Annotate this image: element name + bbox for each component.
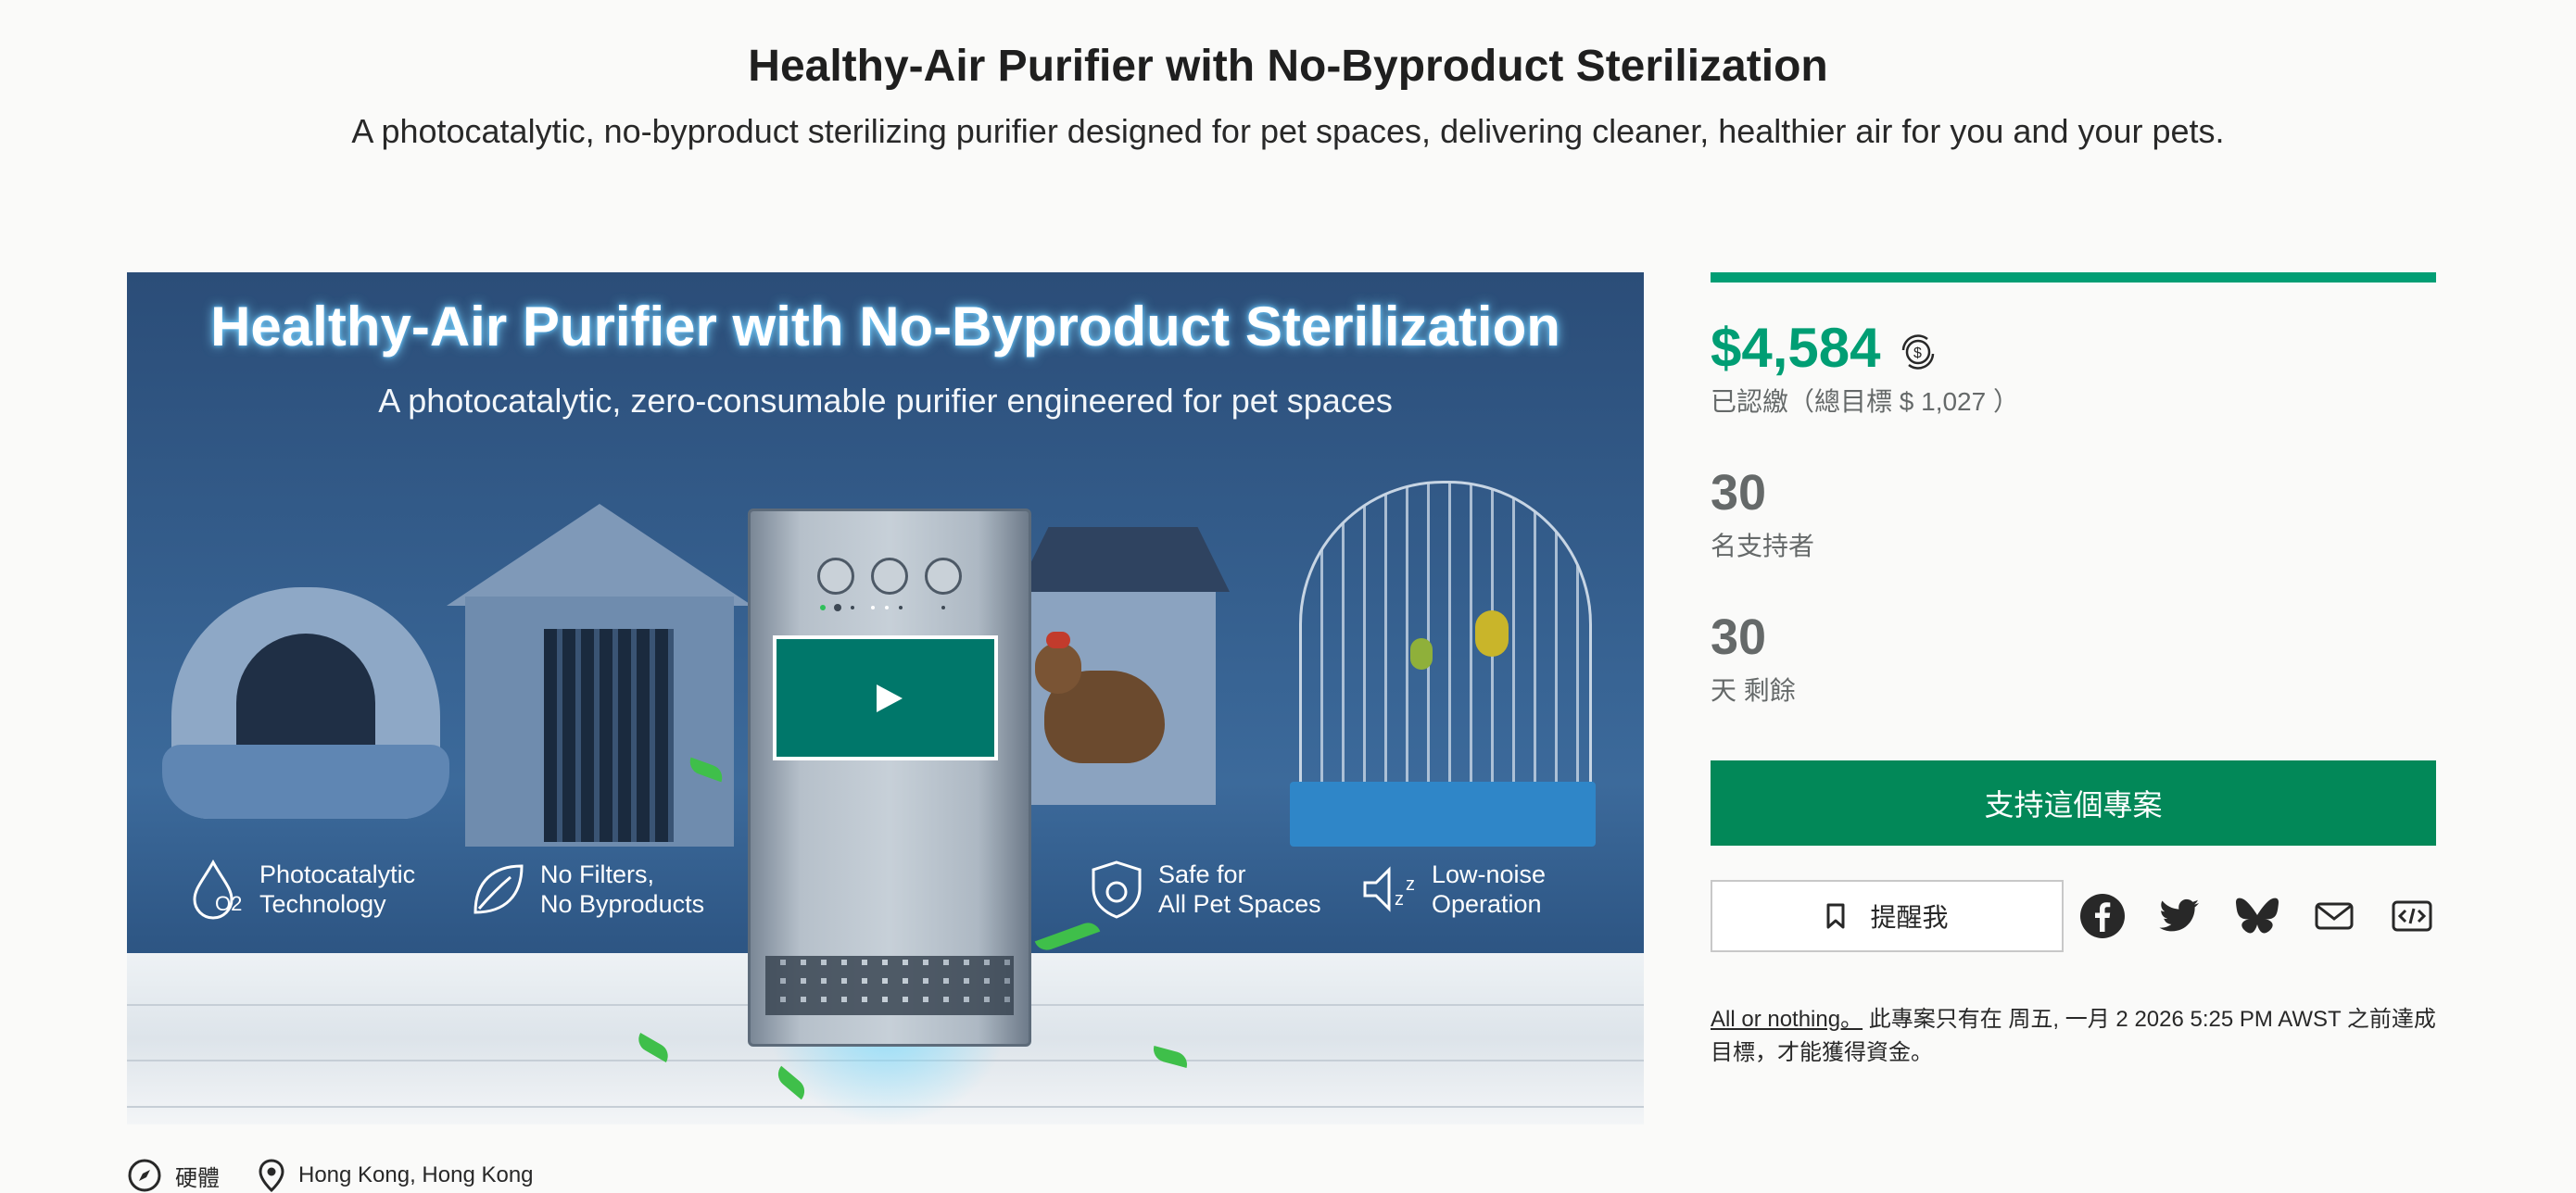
- zzz-sound-icon: z z: [1363, 866, 1415, 912]
- svg-text:O2: O2: [215, 892, 242, 915]
- pledged-amount: $4,584: [1711, 317, 1881, 379]
- compass-icon: [128, 1159, 161, 1192]
- pet-house-illustration: [447, 504, 752, 847]
- feature-line: Technology: [259, 890, 386, 918]
- all-or-nothing-link[interactable]: All or nothing。: [1711, 1007, 1863, 1032]
- litter-box-opening: [236, 634, 375, 754]
- remind-me-label: 提醒我: [1870, 903, 1949, 932]
- photocatalyst-drop-icon: O2: [193, 859, 242, 920]
- days-left-count: 30: [1711, 609, 1767, 665]
- funding-progress-bar: [1711, 272, 2436, 283]
- coop-roof: [1017, 527, 1230, 592]
- power-icon: [817, 558, 854, 595]
- back-project-button[interactable]: 支持這個專案: [1711, 760, 2436, 846]
- twitter-icon[interactable]: [2156, 893, 2203, 939]
- location-pin-icon: [259, 1159, 284, 1193]
- play-icon: [876, 684, 903, 712]
- project-blurb: A photocatalytic, no-byproduct sterilizi…: [351, 112, 2225, 150]
- media-title: Healthy-Air Purifier with No-Byproduct S…: [210, 295, 1560, 358]
- bookmark-icon: [1826, 903, 1845, 929]
- bird-cage-dome: [1299, 481, 1592, 792]
- indicator-dots: [820, 604, 945, 611]
- currency-convert-icon[interactable]: $: [1900, 333, 1937, 370]
- svg-text:z: z: [1395, 889, 1404, 910]
- media-subtitle: A photocatalytic, zero-consumable purifi…: [378, 382, 1393, 420]
- feature-line: Safe for: [1158, 860, 1246, 888]
- feature-line: No Filters,: [540, 860, 655, 888]
- bird-illustration: [1410, 638, 1433, 670]
- category-label: 硬體: [175, 1165, 220, 1191]
- feature-safe-pets: Safe for All Pet Spaces: [1086, 859, 1321, 920]
- project-video[interactable]: Healthy-Air Purifier with No-Byproduct S…: [127, 272, 1644, 1124]
- shield-pet-icon: [1092, 860, 1142, 919]
- litter-box-illustration: [162, 587, 449, 819]
- leaf-decoration: [1034, 919, 1101, 954]
- bluesky-icon[interactable]: [2234, 893, 2280, 939]
- leaf-icon: [474, 864, 524, 914]
- remind-me-button[interactable]: 提醒我: [1711, 880, 2064, 952]
- funding-note: All or nothing。 此專案只有在 周五, 一月 2 2026 5:2…: [1711, 1003, 2443, 1070]
- litter-box-base: [162, 745, 449, 819]
- bird-illustration: [1475, 610, 1509, 657]
- chicken-illustration: [1035, 624, 1174, 810]
- days-left-label: 天 剩餘: [1711, 676, 1796, 705]
- pet-house-roof: [447, 504, 752, 606]
- svg-text:$: $: [1913, 345, 1922, 361]
- project-header: Healthy-Air Purifier with No-Byproduct S…: [0, 37, 2576, 154]
- embed-icon[interactable]: [2389, 893, 2435, 939]
- mode-icon: [871, 558, 908, 595]
- pledged-goal-label: 已認繳（總目標 $ 1,027 ）: [1711, 387, 2019, 416]
- bird-cage-base: [1290, 782, 1596, 847]
- chicken-comb: [1046, 632, 1070, 648]
- pet-house-door: [544, 629, 674, 842]
- email-icon[interactable]: [2311, 893, 2357, 939]
- project-category[interactable]: 硬體: [127, 1158, 220, 1193]
- backers-count: 30: [1711, 465, 1767, 521]
- feature-low-noise: z z Low-noise Operation: [1359, 859, 1546, 920]
- light-icon: [925, 558, 962, 595]
- purifier-grille: [765, 956, 1014, 1015]
- purifier-illustration: [748, 509, 1031, 1047]
- chicken-head: [1035, 643, 1081, 694]
- bird-cage-illustration: [1290, 453, 1596, 851]
- back-project-label: 支持這個專案: [1984, 788, 2163, 822]
- play-button[interactable]: [773, 635, 998, 760]
- backers-label: 名支持者: [1711, 532, 1815, 560]
- project-location[interactable]: Hong Kong, Hong Kong: [258, 1158, 534, 1193]
- feature-line: Photocatalytic: [259, 860, 416, 888]
- facebook-icon[interactable]: [2079, 893, 2126, 939]
- feature-photocatalytic: O2 Photocatalytic Technology: [187, 859, 415, 920]
- project-title: Healthy-Air Purifier with No-Byproduct S…: [748, 42, 1828, 91]
- feature-line: Low-noise: [1432, 860, 1547, 888]
- feature-line: All Pet Spaces: [1158, 890, 1321, 918]
- feature-no-filters: No Filters, No Byproducts: [468, 859, 704, 920]
- feature-line: Operation: [1432, 890, 1542, 918]
- feature-line: No Byproducts: [540, 890, 705, 918]
- svg-text:z: z: [1406, 874, 1415, 895]
- location-label: Hong Kong, Hong Kong: [298, 1162, 534, 1187]
